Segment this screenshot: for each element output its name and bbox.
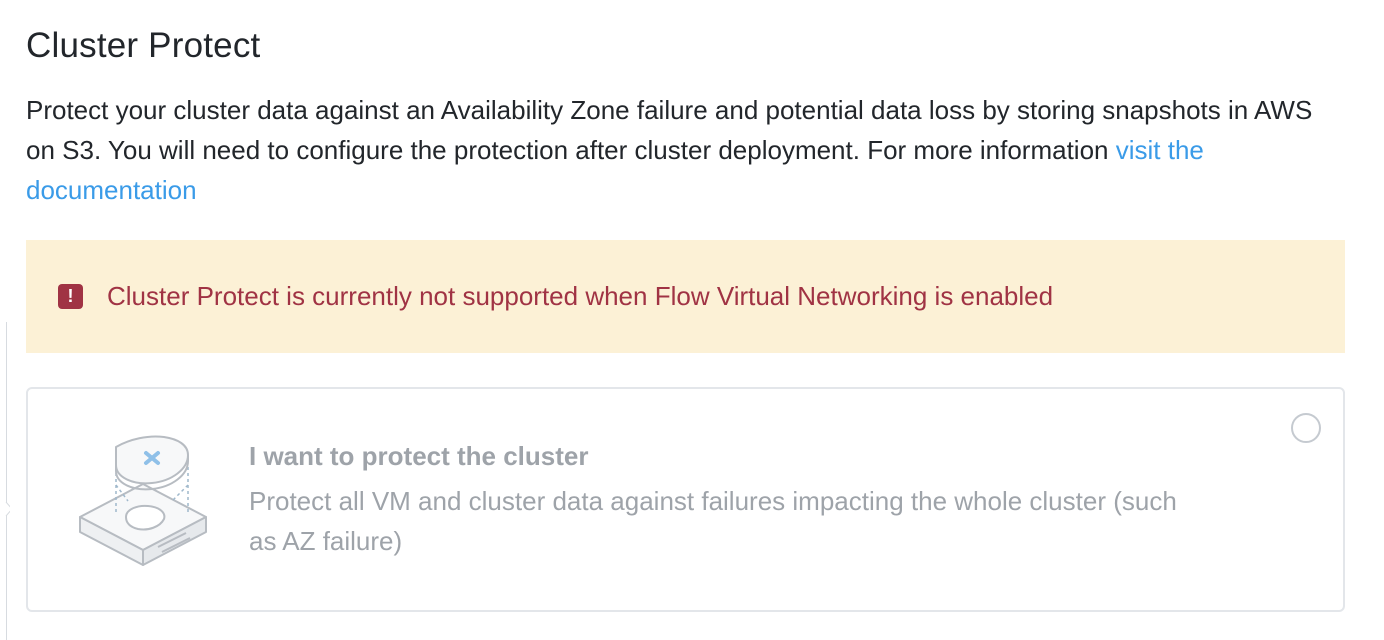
option-description: Protect all VM and cluster data against … <box>249 486 1177 556</box>
warning-banner: ! Cluster Protect is currently not suppo… <box>26 240 1345 353</box>
protect-cluster-option[interactable]: I want to protect the cluster Protect al… <box>26 387 1345 612</box>
left-rail-divider <box>0 322 7 640</box>
cluster-protect-page: Cluster Protect Protect your cluster dat… <box>0 0 1384 640</box>
option-title: I want to protect the cluster <box>249 441 589 471</box>
section-title: Cluster Protect <box>26 26 261 65</box>
exclamation-icon: ! <box>58 284 83 309</box>
option-radio-button[interactable] <box>1291 413 1321 443</box>
protected-cluster-illustration <box>79 435 207 566</box>
rail-notch-icon <box>5 502 10 516</box>
section-description: Protect your cluster data against an Ava… <box>26 90 1346 210</box>
warning-message: Cluster Protect is currently not support… <box>107 281 1054 311</box>
